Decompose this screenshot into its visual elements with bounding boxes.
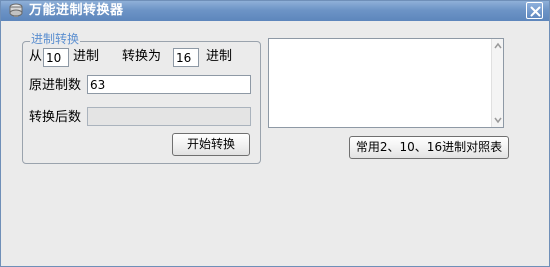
result-number-label: 转换后数 [29,110,82,125]
scroll-up-icon[interactable] [493,41,503,51]
output-textarea[interactable] [268,38,504,128]
to-suffix-label: 进制 [206,49,233,64]
from-base-input[interactable] [43,48,69,67]
app-icon [8,3,24,18]
to-base-input[interactable] [173,48,199,67]
source-number-label: 原进制数 [29,78,82,93]
scroll-down-icon[interactable] [493,115,503,125]
title-bar[interactable]: 万能进制转换器 [1,1,549,21]
result-number-field [87,107,251,126]
group-legend: 进制转换 [30,32,81,46]
close-icon [530,6,541,17]
to-label: 转换为 [122,49,162,64]
converter-window: 万能进制转换器 进制转换 从 进制 转换为 进制 原进制数 转换后数 开始转换 … [0,0,550,267]
reference-table-button[interactable]: 常用2、10、16进制对照表 [349,136,509,159]
from-label: 从 [29,49,43,64]
source-number-input[interactable] [87,75,251,94]
close-button[interactable] [526,2,543,19]
vertical-scrollbar[interactable] [491,39,503,127]
window-title: 万能进制转换器 [29,3,124,18]
from-suffix-label: 进制 [73,49,100,64]
convert-button[interactable]: 开始转换 [172,133,250,156]
